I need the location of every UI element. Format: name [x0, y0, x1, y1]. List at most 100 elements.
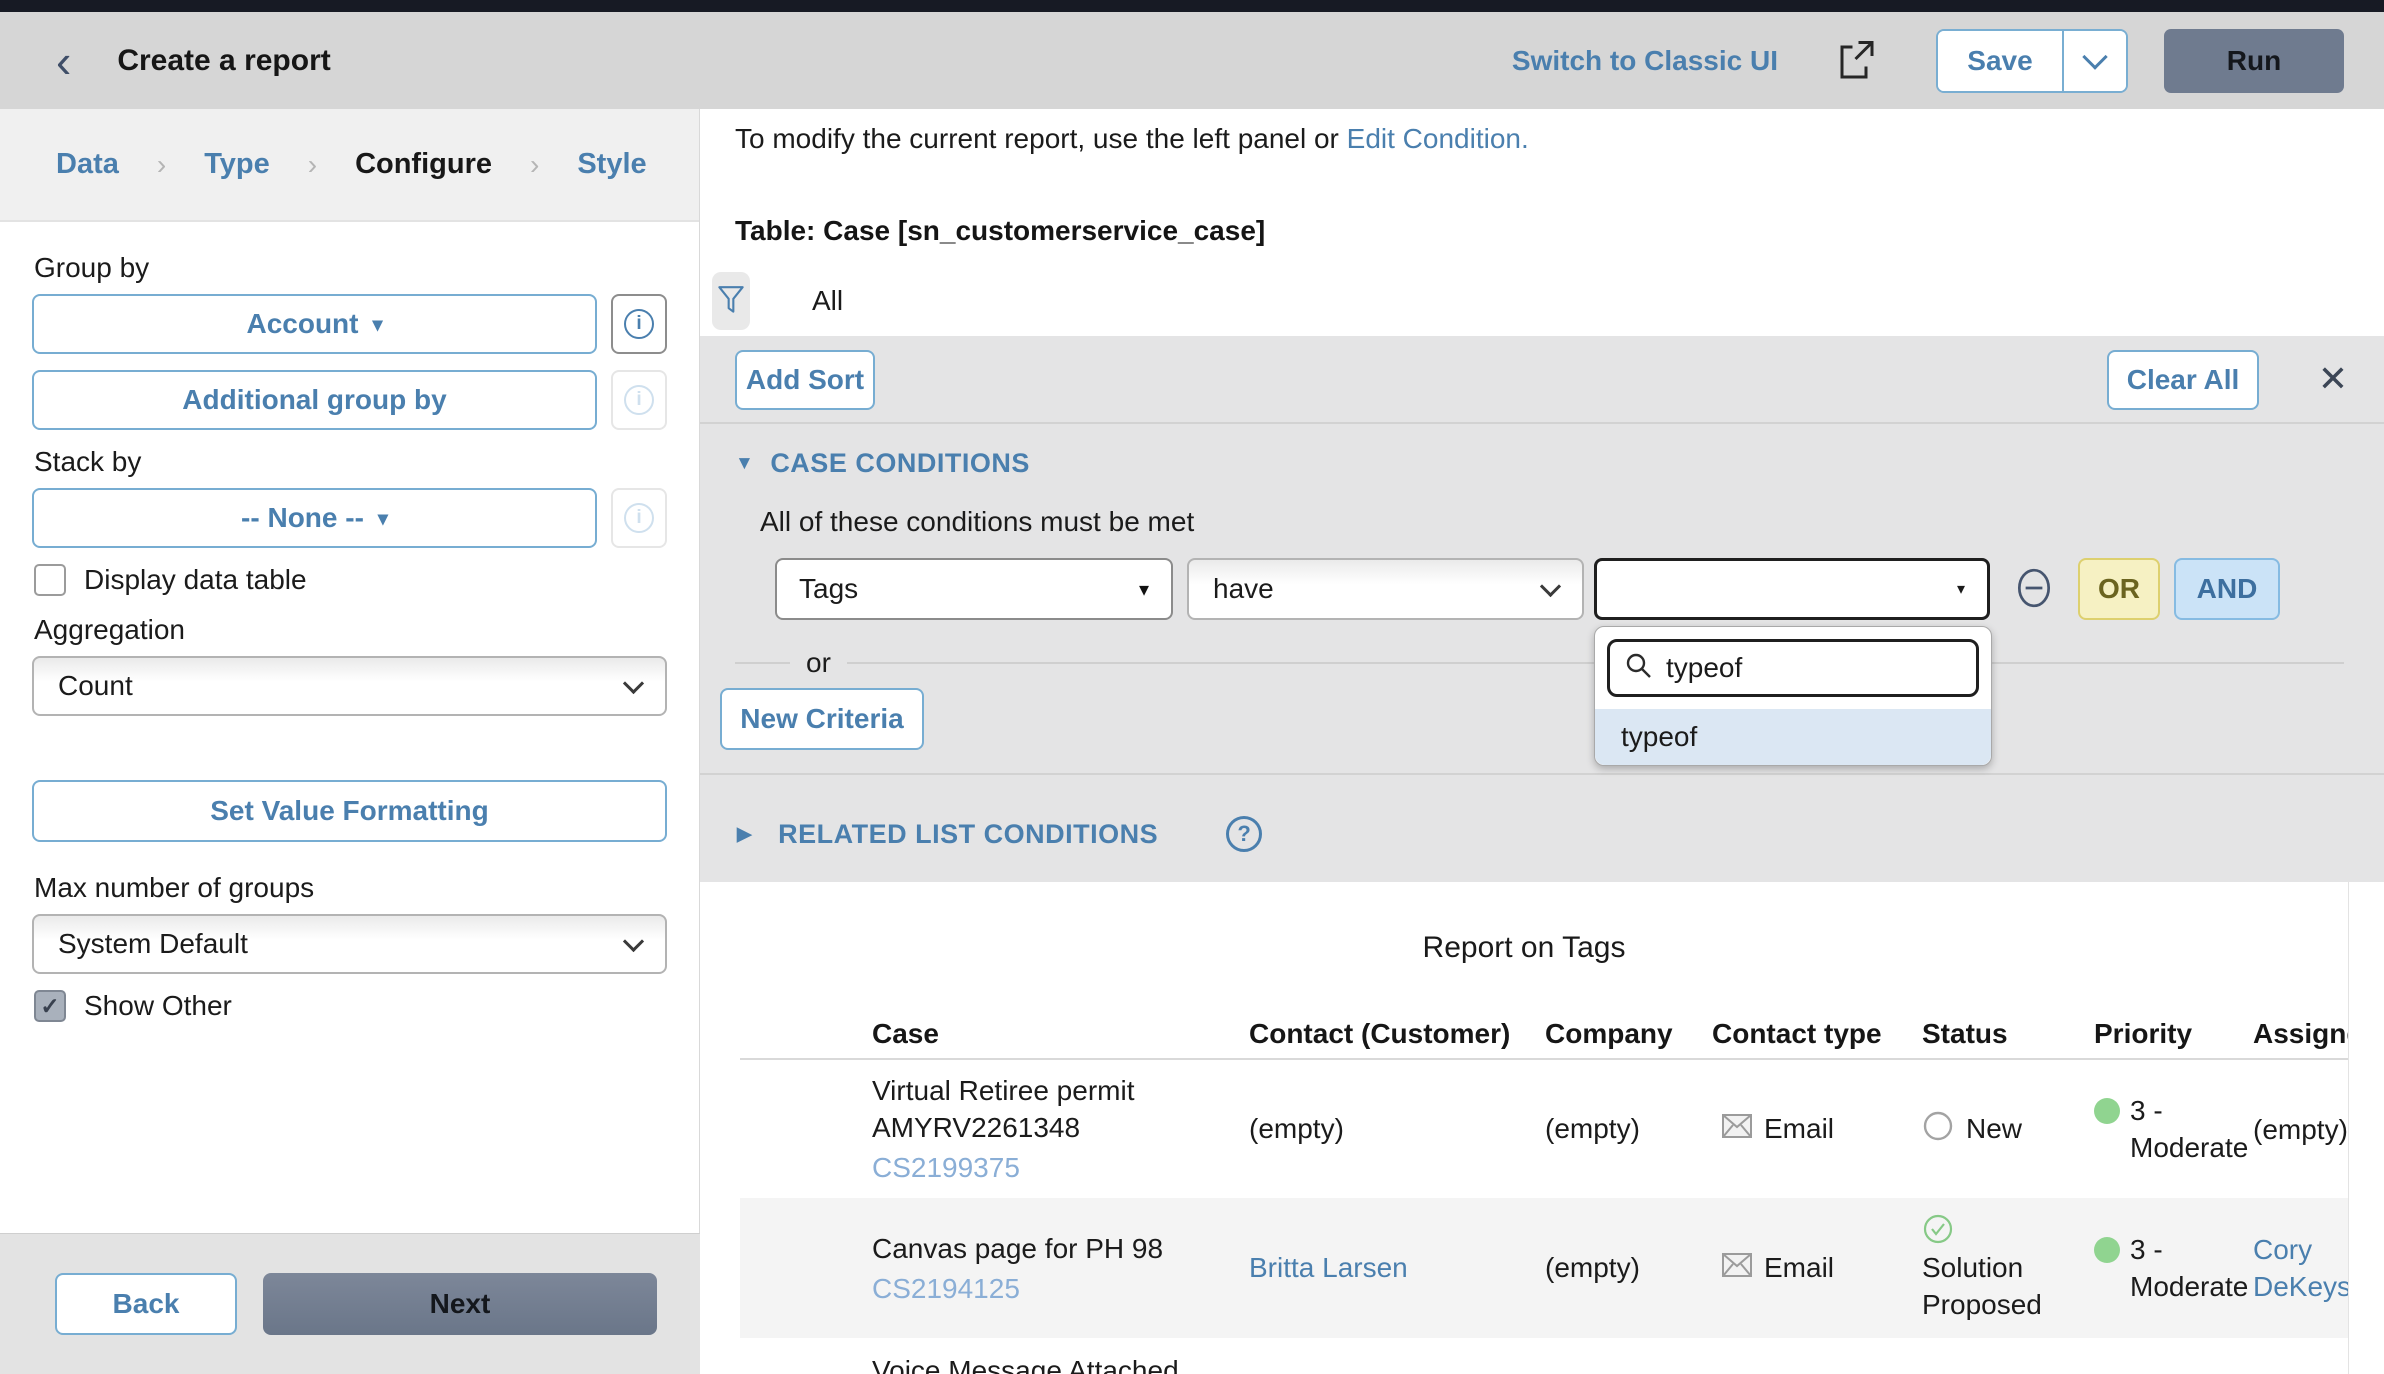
additional-group-by-label: Additional group by — [182, 384, 446, 416]
group-by-dropdown[interactable]: Account ▾ — [32, 294, 597, 354]
hint-text: To modify the current report, use the le… — [735, 123, 1347, 154]
tab-data[interactable]: Data — [56, 148, 119, 181]
switch-to-classic-link[interactable]: Switch to Classic UI — [1512, 45, 1778, 77]
chevron-down-icon — [1540, 575, 1561, 596]
stack-by-label: Stack by — [34, 446, 667, 478]
tab-style[interactable]: Style — [577, 148, 646, 181]
search-icon — [1624, 651, 1654, 686]
share-button[interactable] — [1836, 36, 1878, 85]
additional-group-by-button[interactable]: Additional group by — [32, 370, 597, 430]
additional-group-by-info-button: i — [611, 370, 667, 430]
chevron-right-icon: › — [308, 149, 317, 181]
dropdown-option-typeof[interactable]: typeof — [1595, 709, 1991, 765]
dropdown-search-box — [1607, 639, 1979, 697]
assigned-link[interactable]: Cory DeKeys — [2253, 1234, 2348, 1302]
column-header-contact: Contact (Customer) — [1249, 1018, 1545, 1050]
sidebar-footer: Back Next — [0, 1233, 700, 1374]
edit-condition-link[interactable]: Edit Condition. — [1347, 123, 1529, 154]
group-by-info-button[interactable]: i — [611, 294, 667, 354]
case-cell: Canvas page for PH 98 CS2194125 — [740, 1230, 1249, 1307]
remove-condition-button[interactable] — [2016, 566, 2052, 613]
condition-value-dropdown[interactable]: ▾ — [1594, 558, 1990, 620]
conditions-description: All of these conditions must be met — [760, 506, 1194, 538]
aggregation-select[interactable]: Count — [32, 656, 667, 716]
info-icon: i — [624, 309, 654, 339]
table-row: Virtual Retiree permit AMYRV2261348 CS21… — [740, 1060, 2348, 1198]
case-conditions-toggle[interactable]: ▼ CASE CONDITIONS — [735, 448, 1030, 479]
filter-button[interactable] — [712, 272, 750, 330]
condition-field-value: Tags — [799, 573, 858, 605]
case-title: Canvas page for PH 98 — [872, 1230, 1249, 1267]
condition-field-dropdown[interactable]: Tags ▾ — [775, 558, 1173, 620]
report-title: Report on Tags — [700, 931, 2348, 965]
clear-all-button[interactable]: Clear All — [2107, 350, 2259, 410]
display-data-table-label: Display data table — [84, 564, 307, 596]
funnel-icon — [717, 284, 745, 319]
max-groups-label: Max number of groups — [34, 872, 667, 904]
report-config-sidebar: Data › Type › Configure › Style Group by… — [0, 109, 700, 1374]
case-number-link[interactable]: CS2199375 — [872, 1149, 1020, 1186]
related-list-conditions-toggle[interactable]: ▶ RELATED LIST CONDITIONS ? — [737, 816, 1262, 852]
set-value-formatting-button[interactable]: Set Value Formatting — [32, 780, 667, 842]
chevron-down-icon — [2082, 44, 2107, 69]
stack-by-dropdown[interactable]: -- None -- ▾ — [32, 488, 597, 548]
caret-down-icon: ▾ — [372, 312, 382, 337]
related-list-conditions-title: RELATED LIST CONDITIONS — [778, 819, 1158, 850]
tab-configure[interactable]: Configure — [355, 148, 492, 181]
stack-by-value: -- None -- — [241, 502, 364, 534]
max-groups-select[interactable]: System Default — [32, 914, 667, 974]
case-cell: Virtual Retiree permit AMYRV2261348 CS21… — [740, 1072, 1249, 1186]
contact-link[interactable]: Britta Larsen — [1249, 1252, 1408, 1283]
case-conditions-title: CASE CONDITIONS — [770, 448, 1030, 479]
report-right-margin — [2348, 882, 2384, 1374]
condition-operator-value: have — [1213, 573, 1274, 605]
or-divider-label: or — [790, 647, 847, 679]
new-criteria-button[interactable]: New Criteria — [720, 688, 924, 750]
tab-type[interactable]: Type — [204, 148, 270, 181]
show-other-label: Show Other — [84, 990, 232, 1022]
table-row: Voice Message Attached — [740, 1338, 2348, 1374]
filter-value[interactable]: All — [812, 285, 843, 317]
priority-cell: 3 - Moderate — [2094, 1231, 2253, 1305]
page-title: Create a report — [117, 44, 330, 78]
column-header-company: Company — [1545, 1018, 1712, 1050]
or-button[interactable]: OR — [2078, 558, 2160, 620]
display-data-table-checkbox[interactable] — [34, 564, 66, 596]
assigned-cell: (empty) — [2253, 1111, 2348, 1148]
divider-line — [735, 662, 790, 664]
share-icon — [1836, 36, 1878, 85]
contact-cell: Britta Larsen — [1249, 1252, 1545, 1284]
app-header: ‹ Create a report Switch to Classic UI S… — [0, 12, 2384, 109]
condition-builder-panel: Add Sort Clear All ✕ ▼ CASE CONDITIONS A… — [700, 336, 2384, 882]
contact-type-cell: Email — [1712, 1252, 1922, 1284]
panel-divider — [700, 422, 2384, 424]
show-other-checkbox[interactable]: ✓ — [34, 990, 66, 1022]
aggregation-value: Count — [58, 670, 133, 702]
save-button[interactable]: Save — [1938, 31, 2062, 91]
help-icon[interactable]: ? — [1226, 816, 1262, 852]
column-header-assigned: Assigned — [2253, 1018, 2348, 1050]
case-title: Virtual Retiree permit AMYRV2261348 — [872, 1072, 1249, 1146]
table-header-row: Case Contact (Customer) Company Contact … — [740, 1009, 2348, 1060]
add-sort-button[interactable]: Add Sort — [735, 350, 875, 410]
back-button[interactable]: Back — [55, 1273, 237, 1335]
case-number-link[interactable]: CS2194125 — [872, 1270, 1020, 1307]
run-button[interactable]: Run — [2164, 29, 2344, 93]
priority-value: 3 - Moderate — [2130, 1092, 2253, 1166]
save-dropdown-button[interactable] — [2062, 31, 2126, 91]
back-chevron-icon[interactable]: ‹ — [56, 41, 71, 81]
sidebar-body: Group by Account ▾ i Additional group by… — [0, 222, 699, 1022]
contact-type-value: Email — [1764, 1113, 1834, 1145]
and-button[interactable]: AND — [2174, 558, 2280, 620]
panel-divider — [700, 773, 2384, 775]
group-by-value: Account — [246, 308, 358, 340]
dropdown-search-input[interactable] — [1666, 652, 1962, 684]
next-button[interactable]: Next — [263, 1273, 657, 1335]
contact-type-cell: Email — [1712, 1113, 1922, 1145]
close-icon[interactable]: ✕ — [2318, 358, 2348, 400]
info-icon: i — [624, 503, 654, 533]
column-header-priority: Priority — [2094, 1018, 2253, 1050]
table-row: Canvas page for PH 98 CS2194125 Britta L… — [740, 1198, 2348, 1338]
condition-operator-select[interactable]: have — [1187, 558, 1584, 620]
report-preview-table: Case Contact (Customer) Company Contact … — [740, 1009, 2348, 1374]
